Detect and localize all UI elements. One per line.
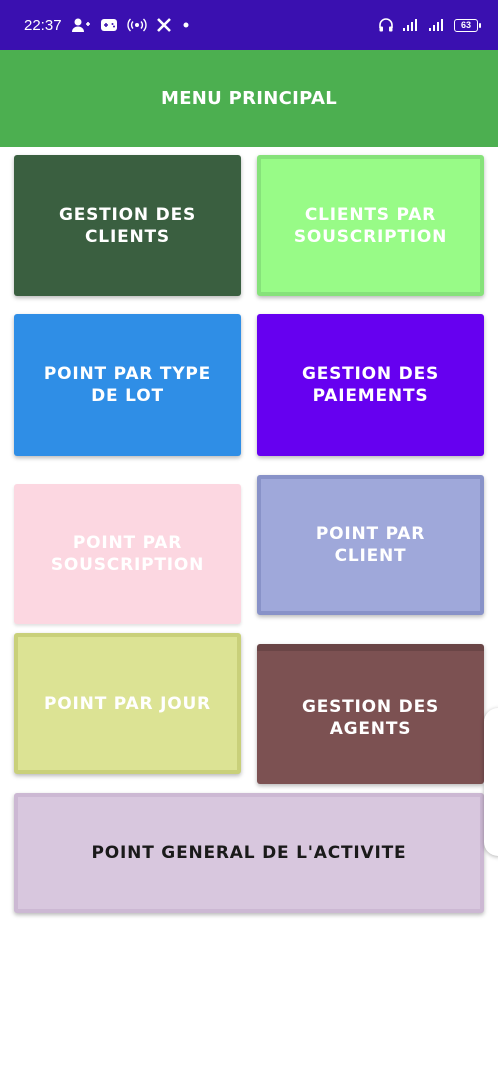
gestion-clients-button[interactable]: GESTION DES CLIENTS	[14, 155, 241, 296]
status-bar: 22:37 63	[0, 0, 498, 50]
clients-par-souscription-button[interactable]: CLIENTS PAR SOUSCRIPTION	[257, 155, 484, 296]
tile-label-line2: SOUSCRIPTION	[50, 555, 205, 575]
tile-label-line1: GESTION DES	[301, 364, 440, 384]
battery-icon: 63	[454, 18, 481, 32]
tile-label: POINT PAR CLIENT	[315, 524, 426, 566]
page-title: MENU PRINCIPAL	[160, 88, 338, 109]
app-bar: MENU PRINCIPAL	[0, 50, 498, 147]
dot-icon	[181, 20, 191, 30]
tile-label-line1: GESTION DES	[58, 204, 197, 225]
point-par-type-de-lot-button[interactable]: POINT PAR TYPE DE LOT	[14, 314, 241, 456]
tile-label: POINT PAR SOUSCRIPTION	[51, 532, 204, 576]
tile-label: CLIENTS PAR SOUSCRIPTION	[294, 204, 447, 248]
gestion-paiements-button[interactable]: GESTION DES PAIEMENTS	[257, 314, 484, 456]
signal-icon	[402, 18, 420, 32]
gamepad-icon	[100, 17, 118, 33]
tile-label-line2: AGENTS	[329, 718, 412, 739]
tile-label-line2: CLIENTS	[85, 226, 170, 247]
status-time: 22:37	[24, 16, 62, 34]
point-par-souscription-button[interactable]: POINT PAR SOUSCRIPTION	[14, 484, 241, 624]
hotspot-icon	[126, 18, 147, 32]
tile-label: POINT GENERAL DE L'ACTIVITE	[91, 843, 407, 863]
tile-label: POINT PAR TYPE DE LOT	[44, 363, 211, 407]
gestion-agents-button[interactable]: GESTION DES AGENTS	[257, 644, 484, 784]
tile-label-line2: SOUSCRIPTION	[293, 226, 448, 247]
tile-label: POINT PAR JOUR	[44, 693, 211, 714]
tile-label-line1: CLIENTS PAR	[304, 204, 437, 225]
edge-scroll-handle[interactable]	[484, 708, 498, 856]
tile-label: GESTION DES AGENTS	[302, 696, 439, 740]
point-par-jour-button[interactable]: POINT PAR JOUR	[14, 633, 241, 774]
tile-label: GESTION DES PAIEMENTS	[302, 363, 439, 407]
battery-level: 63	[460, 20, 471, 30]
tile-label: GESTION DES CLIENTS	[59, 204, 196, 248]
tile-label-line2: PAIEMENTS	[312, 386, 429, 406]
tile-label-line1: POINT PAR	[72, 533, 183, 553]
headphones-icon	[378, 17, 394, 33]
point-general-activite-button[interactable]: POINT GENERAL DE L'ACTIVITE	[14, 793, 484, 913]
tile-label-line2: DE LOT	[91, 386, 164, 406]
signal-icon	[428, 18, 446, 32]
tile-label-line1: GESTION DES	[301, 696, 440, 717]
point-par-client-button[interactable]: POINT PAR CLIENT	[257, 475, 484, 615]
status-right: 63	[378, 17, 481, 33]
tile-label-line1: POINT PAR TYPE	[43, 364, 212, 384]
person-add-icon	[71, 17, 91, 33]
status-left: 22:37	[24, 17, 191, 34]
x-icon	[156, 18, 172, 32]
